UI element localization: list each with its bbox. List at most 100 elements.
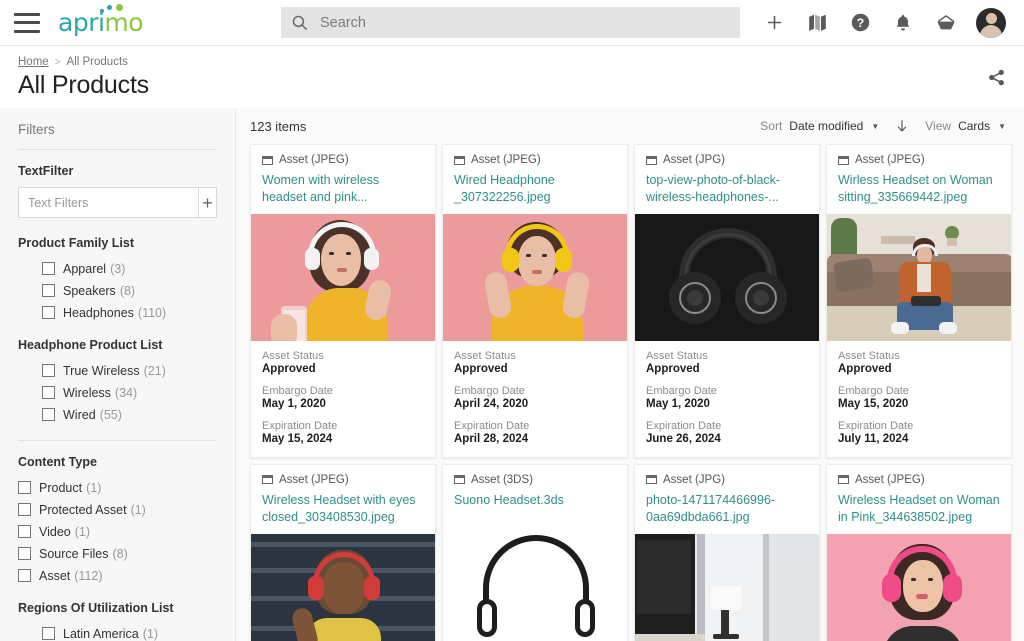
textfilter-label: TextFilter bbox=[18, 164, 217, 178]
asset-title-link[interactable]: Women with wireless headset and pink... bbox=[262, 172, 424, 206]
filter-checkbox[interactable] bbox=[18, 525, 31, 538]
sort-label: Sort bbox=[760, 119, 782, 133]
breadcrumb-home[interactable]: Home bbox=[18, 56, 49, 68]
filter-checkbox[interactable] bbox=[42, 408, 55, 421]
page-body: Filters TextFilter + Product Family List… bbox=[0, 108, 1024, 641]
filter-option-count: (110) bbox=[138, 306, 166, 320]
logo-text-part1: apri bbox=[58, 8, 104, 37]
asset-thumbnail[interactable] bbox=[251, 214, 435, 341]
view-value-dropdown[interactable]: Cards bbox=[958, 119, 990, 133]
asset-thumbnail[interactable] bbox=[827, 214, 1011, 341]
filter-option[interactable]: Speakers(8) bbox=[18, 281, 217, 300]
filter-checkbox[interactable] bbox=[18, 481, 31, 494]
asset-file-icon bbox=[262, 475, 273, 484]
text-filter-row: + bbox=[18, 187, 217, 218]
filter-checkbox[interactable] bbox=[18, 569, 31, 582]
asset-title-link[interactable]: Wireless Headset with eyes closed_303408… bbox=[262, 492, 424, 526]
filter-checkbox[interactable] bbox=[18, 547, 31, 560]
asset-card[interactable]: Asset (JPEG) Wired Headphone _307322256.j… bbox=[442, 144, 628, 458]
asset-title-link[interactable]: Wireless Headset on Woman in Pink_344638… bbox=[838, 492, 1000, 526]
asset-thumbnail[interactable] bbox=[635, 534, 819, 641]
filter-option[interactable]: Product(1) bbox=[18, 478, 217, 497]
filter-option-label: Product bbox=[39, 481, 82, 495]
asset-thumbnail[interactable] bbox=[443, 517, 627, 641]
chevron-down-icon[interactable]: ▼ bbox=[998, 122, 1006, 131]
plus-icon[interactable] bbox=[761, 10, 787, 36]
asset-status-value: Approved bbox=[454, 363, 616, 375]
card-metadata: Asset StatusApprovedEmbargo DateApril 24… bbox=[443, 341, 627, 457]
asset-type-label: Asset (JPEG) bbox=[471, 154, 541, 166]
filter-option[interactable]: Wireless(34) bbox=[18, 383, 217, 402]
filter-checkbox[interactable] bbox=[42, 364, 55, 377]
asset-card[interactable]: Asset (JPEG) Women with wireless headset … bbox=[250, 144, 436, 458]
filter-option[interactable]: Protected Asset(1) bbox=[18, 500, 217, 519]
asset-type-label: Asset (JPG) bbox=[663, 474, 725, 486]
filter-option[interactable]: True Wireless(21) bbox=[18, 361, 217, 380]
share-icon[interactable] bbox=[987, 68, 1006, 92]
asset-type-label: Asset (JPEG) bbox=[279, 154, 349, 166]
filter-option[interactable]: Video(1) bbox=[18, 522, 217, 541]
asset-file-icon bbox=[454, 475, 465, 484]
filters-sidebar: Filters TextFilter + Product Family List… bbox=[0, 108, 236, 641]
aprimo-logo[interactable]: aprimo bbox=[58, 10, 143, 35]
asset-card[interactable]: Asset (JPEG) Wireless Headset on Woman in… bbox=[826, 464, 1012, 641]
asset-status-value: Approved bbox=[262, 363, 424, 375]
asset-title-link[interactable]: Wired Headphone _307322256.jpeg bbox=[454, 172, 616, 206]
asset-type-row: Asset (JPG) bbox=[646, 154, 808, 166]
sort-direction-button[interactable] bbox=[895, 118, 909, 134]
asset-card[interactable]: Asset (3DS) Suono Headset.3ds bbox=[442, 464, 628, 641]
expiration-date-label: Expiration Date bbox=[262, 420, 424, 432]
filter-checkbox[interactable] bbox=[42, 386, 55, 399]
map-icon[interactable] bbox=[804, 10, 830, 36]
filter-option-label: Apparel bbox=[63, 262, 106, 276]
user-avatar[interactable] bbox=[976, 8, 1006, 38]
asset-thumbnail[interactable] bbox=[635, 214, 819, 341]
asset-type-row: Asset (3DS) bbox=[454, 474, 616, 486]
asset-title-link[interactable]: photo-1471174466996-0aa69dbda661.jpg bbox=[646, 492, 808, 526]
card-header: Asset (JPEG)Wireless Headset with eyes c… bbox=[251, 465, 435, 534]
asset-card[interactable]: Asset (JPG) top-view-photo-of-black-wirel… bbox=[634, 144, 820, 458]
filter-checkbox[interactable] bbox=[42, 306, 55, 319]
asset-file-icon bbox=[838, 156, 849, 165]
embargo-date-value: May 1, 2020 bbox=[262, 398, 424, 410]
asset-title-link[interactable]: Suono Headset.3ds bbox=[454, 492, 616, 509]
bell-icon[interactable] bbox=[890, 10, 916, 36]
filter-option[interactable]: Latin America (1) bbox=[18, 624, 217, 641]
help-circle-icon[interactable]: ? bbox=[847, 10, 873, 36]
asset-card[interactable]: Asset (JPEG)Wirless Headset on Woman sit… bbox=[826, 144, 1012, 458]
hamburger-menu-icon[interactable] bbox=[14, 13, 40, 33]
chevron-down-icon[interactable]: ▼ bbox=[871, 122, 879, 131]
filter-option[interactable]: Asset(112) bbox=[18, 566, 217, 585]
filter-option-label: Latin America bbox=[63, 627, 139, 641]
asset-card[interactable]: Asset (JPEG)Wireless Headset with eyes c… bbox=[250, 464, 436, 641]
asset-type-label: Asset (JPEG) bbox=[855, 474, 925, 486]
asset-thumbnail[interactable] bbox=[827, 534, 1011, 641]
view-label: View bbox=[925, 119, 951, 133]
global-search-bar[interactable] bbox=[281, 7, 740, 38]
filter-option-count: (1) bbox=[75, 525, 90, 539]
filter-checkbox[interactable] bbox=[42, 627, 55, 640]
basket-icon[interactable] bbox=[933, 10, 959, 36]
filter-checkbox[interactable] bbox=[18, 503, 31, 516]
embargo-date-label: Embargo Date bbox=[262, 385, 424, 397]
filter-checkbox[interactable] bbox=[42, 284, 55, 297]
asset-title-link[interactable]: top-view-photo-of-black-wireless-headpho… bbox=[646, 172, 808, 206]
filter-option[interactable]: Apparel(3) bbox=[18, 259, 217, 278]
asset-card[interactable]: Asset (JPG) photo-1471174466996-0aa69dbda… bbox=[634, 464, 820, 641]
filter-option-count: (1) bbox=[143, 627, 158, 641]
embargo-date-value: May 15, 2020 bbox=[838, 398, 1000, 410]
asset-status-label: Asset Status bbox=[646, 350, 808, 362]
filter-option[interactable]: Headphones(110) bbox=[18, 303, 217, 322]
card-metadata: Asset StatusApprovedEmbargo DateMay 1, 2… bbox=[251, 341, 435, 457]
filter-option[interactable]: Source Files(8) bbox=[18, 544, 217, 563]
search-input[interactable] bbox=[318, 14, 740, 32]
filter-checkbox[interactable] bbox=[42, 262, 55, 275]
asset-thumbnail[interactable] bbox=[443, 214, 627, 341]
asset-title-link[interactable]: Wirless Headset on Woman sitting_3356694… bbox=[838, 172, 1000, 206]
filter-option-label: Protected Asset bbox=[39, 503, 127, 517]
text-filter-input[interactable] bbox=[18, 187, 198, 218]
sort-value-dropdown[interactable]: Date modified bbox=[789, 119, 863, 133]
add-text-filter-button[interactable]: + bbox=[198, 187, 217, 218]
filter-option[interactable]: Wired(55) bbox=[18, 405, 217, 424]
asset-thumbnail[interactable] bbox=[251, 534, 435, 641]
